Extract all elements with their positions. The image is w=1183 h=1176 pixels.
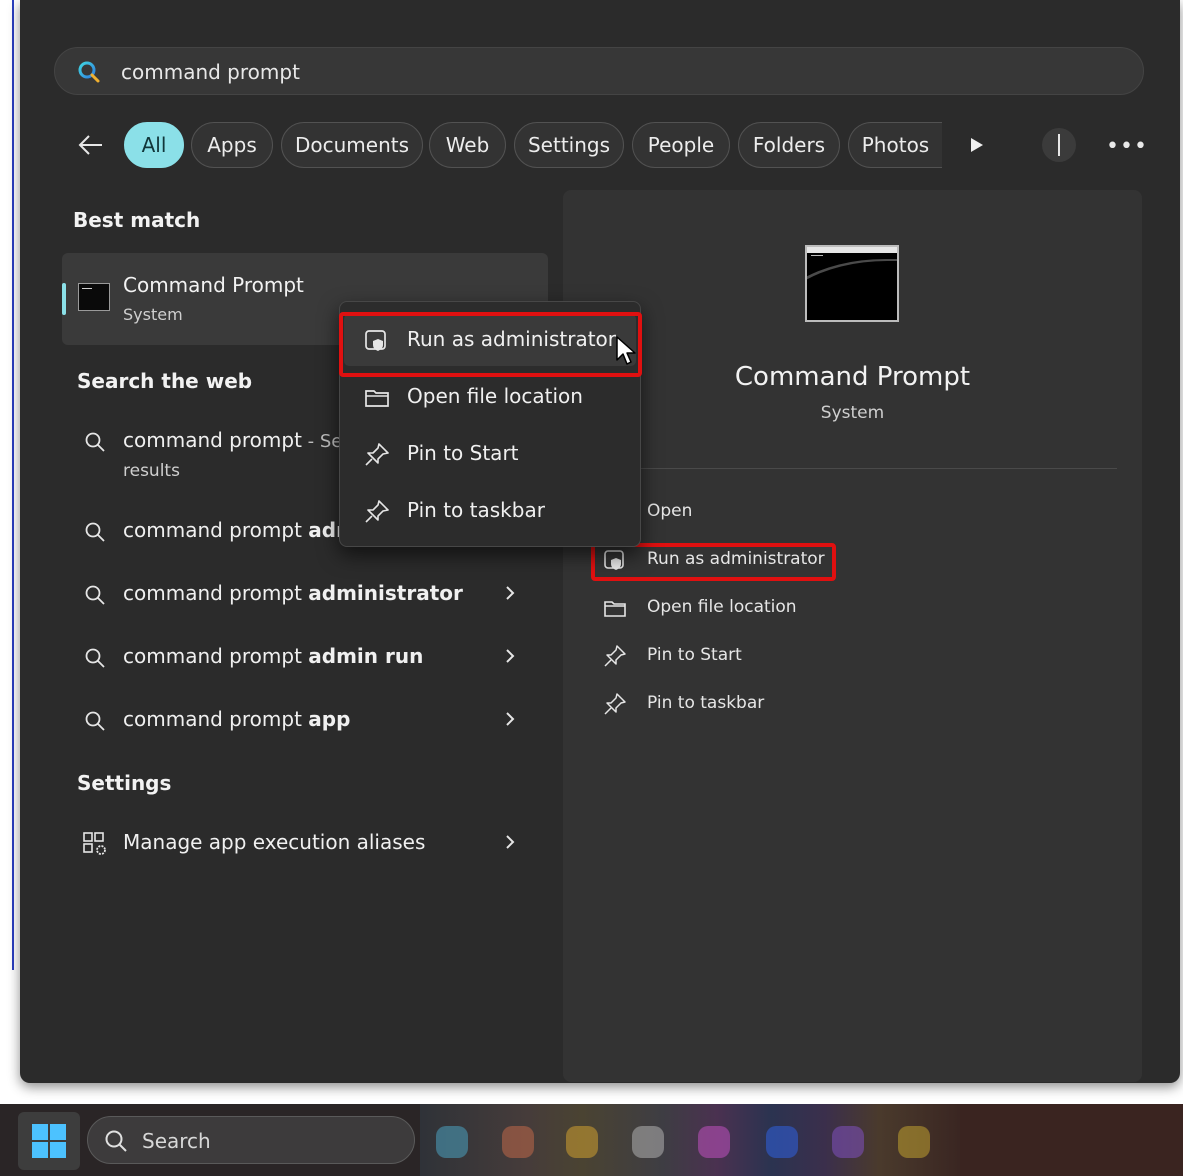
action-open[interactable]: Open: [603, 492, 903, 532]
best-match-title: Command Prompt: [123, 273, 304, 297]
filter-chip-web[interactable]: Web: [429, 122, 506, 168]
highlight-run-as-admin-context: [339, 312, 642, 377]
background-window-edge: [12, 0, 14, 970]
filter-chip-people[interactable]: People: [632, 122, 730, 168]
context-pin-to-taskbar-label: Pin to taskbar: [407, 498, 545, 522]
suggestion-bold: app: [308, 707, 351, 731]
web-suggestion-row[interactable]: command prompt app: [70, 701, 550, 741]
suggestion-bold: admin run: [308, 644, 424, 668]
web-suggestion-row[interactable]: command prompt admin run: [70, 638, 550, 678]
filter-chip-photos[interactable]: Photos: [848, 122, 942, 168]
detail-subtitle: System: [820, 403, 885, 423]
search-icon: [85, 432, 105, 452]
selection-indicator: [62, 283, 66, 315]
suggestion-prefix: command prompt: [123, 707, 309, 731]
start-button[interactable]: [18, 1112, 80, 1170]
search-box[interactable]: command prompt: [54, 47, 1144, 95]
filter-chip-folders[interactable]: Folders: [738, 122, 840, 168]
filter-chip-documents[interactable]: Documents: [281, 122, 423, 168]
detail-title: Command Prompt: [734, 362, 971, 392]
taskbar-tray-area: [960, 1104, 1183, 1176]
context-pin-to-taskbar[interactable]: Pin to taskbar: [344, 485, 636, 537]
chevron-right-icon: [506, 649, 515, 663]
search-web-heading: Search the web: [77, 369, 253, 393]
action-open-file-location[interactable]: Open file location: [603, 588, 903, 628]
action-pin-to-start-label: Pin to Start: [647, 645, 742, 665]
taskbar-search-placeholder: Search: [142, 1129, 211, 1153]
suggestion-prefix: command prompt: [123, 518, 309, 542]
filter-chip-apps[interactable]: Apps: [191, 122, 273, 168]
back-arrow-icon[interactable]: [76, 130, 106, 160]
action-open-file-location-label: Open file location: [647, 597, 797, 617]
filter-chip-all[interactable]: All: [124, 122, 184, 168]
suggestion-prefix: command prompt: [123, 644, 309, 668]
search-input[interactable]: command prompt: [121, 60, 300, 84]
pin-icon: [604, 645, 626, 667]
web-suggestion-row[interactable]: command prompt administrator: [70, 575, 550, 615]
settings-result-row[interactable]: Manage app execution aliases: [70, 824, 550, 864]
action-open-label: Open: [647, 501, 693, 521]
web-result-query: command prompt: [123, 428, 302, 452]
context-open-file-location-label: Open file location: [407, 384, 583, 408]
best-match-subtitle: System: [123, 305, 183, 324]
detail-pane: Command Prompt System Open Run as admini…: [563, 190, 1142, 1082]
suggestion-bold: administrator: [308, 581, 463, 605]
command-prompt-icon: [78, 283, 110, 311]
command-prompt-large-icon: [805, 245, 899, 322]
pin-icon: [604, 693, 626, 715]
highlight-run-as-admin-detail: [591, 543, 836, 581]
filter-chip-settings[interactable]: Settings: [514, 122, 624, 168]
action-pin-to-taskbar-label: Pin to taskbar: [647, 693, 765, 713]
search-icon: [78, 61, 100, 83]
settings-heading: Settings: [77, 771, 172, 795]
mouse-cursor-icon: [616, 336, 636, 365]
windows-logo-icon: [32, 1124, 66, 1158]
context-pin-to-start[interactable]: Pin to Start: [344, 428, 636, 480]
context-pin-to-start-label: Pin to Start: [407, 441, 519, 465]
action-pin-to-start[interactable]: Pin to Start: [603, 636, 903, 676]
chevron-right-icon: [506, 586, 515, 600]
pin-icon: [365, 443, 389, 466]
search-icon: [85, 648, 105, 668]
search-icon: [85, 585, 105, 605]
suggestion-prefix: command prompt: [123, 581, 309, 605]
web-result-line2: results: [123, 461, 180, 481]
more-options-icon[interactable]: •••: [1106, 134, 1148, 159]
taskbar-pinned-apps[interactable]: [420, 1104, 960, 1176]
folder-icon: [604, 601, 626, 617]
app-settings-icon: [83, 832, 106, 855]
best-match-heading: Best match: [73, 208, 201, 232]
play-icon[interactable]: [968, 136, 986, 154]
taskbar: Search: [0, 1104, 1183, 1176]
divider: [603, 468, 1117, 469]
taskbar-search-box[interactable]: Search: [87, 1116, 415, 1164]
chevron-right-icon: [506, 835, 515, 849]
search-icon: [85, 711, 105, 731]
settings-item-label: Manage app execution aliases: [123, 830, 426, 854]
action-pin-to-taskbar[interactable]: Pin to taskbar: [603, 684, 903, 724]
search-icon: [85, 522, 105, 542]
context-open-file-location[interactable]: Open file location: [344, 371, 636, 423]
pin-icon: [365, 500, 389, 523]
account-button[interactable]: [1042, 128, 1076, 162]
chevron-right-icon: [506, 712, 515, 726]
folder-icon: [365, 390, 389, 407]
filter-bar: All Apps Documents Web Settings People F…: [20, 120, 1180, 170]
search-icon: [105, 1130, 127, 1152]
